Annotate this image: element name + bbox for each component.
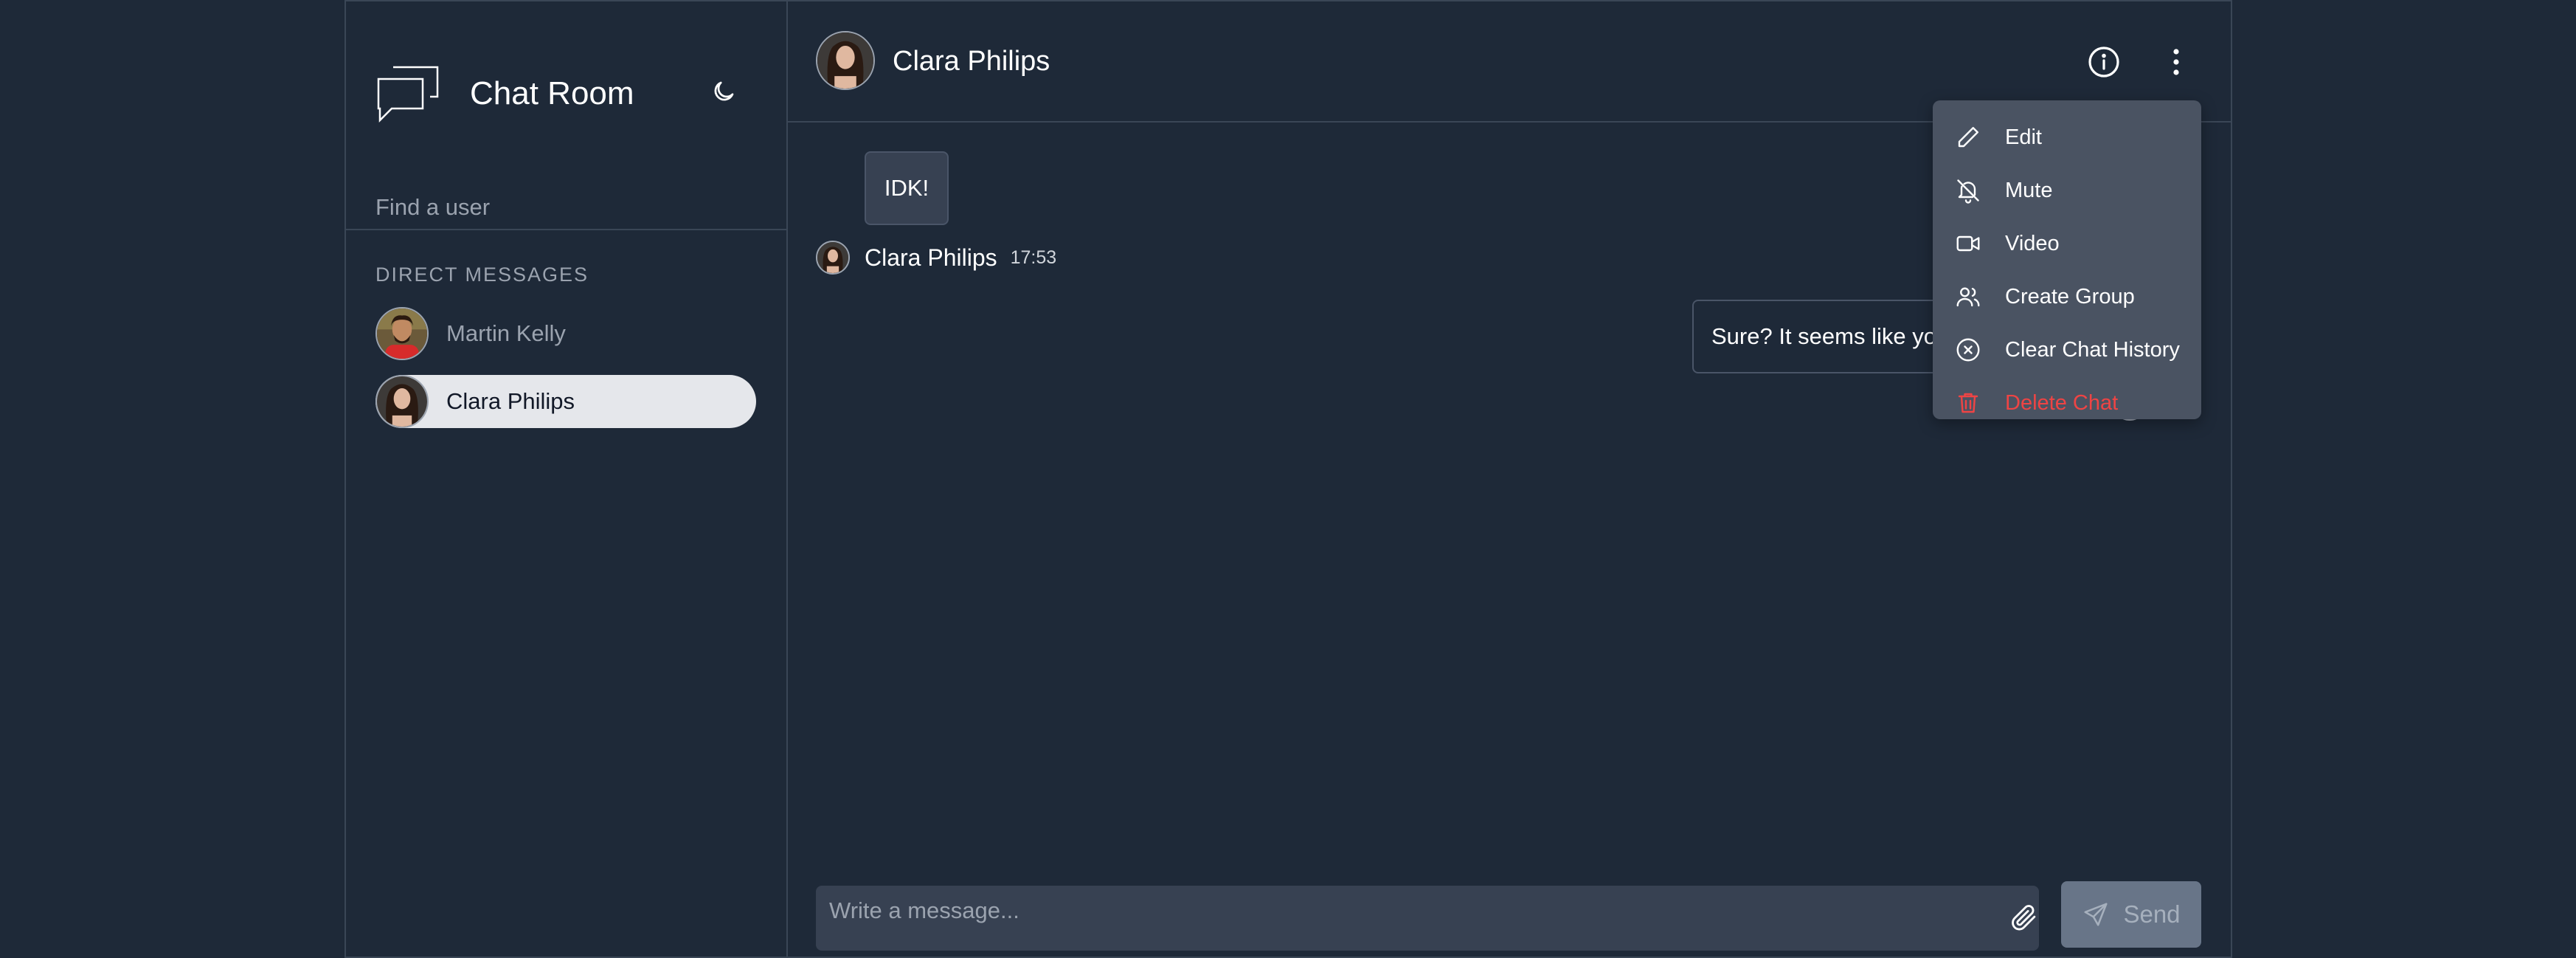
message-composer [816, 886, 2039, 951]
menu-item-clear-chat-history[interactable]: Clear Chat History [1933, 323, 2201, 376]
avatar [375, 307, 429, 360]
chat-panel: Clara Philips IDK! Clara Philips 17:53 S… [788, 1, 2231, 957]
paperclip-icon [2012, 905, 2036, 931]
message-meta: Clara Philips 17:53 [816, 239, 1056, 276]
kebab-menu-icon [2173, 49, 2179, 75]
user-search [346, 186, 786, 230]
menu-label: Create Group [2005, 284, 2135, 309]
search-input[interactable] [346, 186, 786, 229]
more-options-button[interactable] [2158, 44, 2194, 80]
send-button[interactable]: Send [2061, 881, 2201, 948]
incoming-message-bubble: IDK! [865, 151, 949, 225]
user-name: Martin Kelly [446, 320, 566, 346]
avatar [375, 375, 429, 428]
app-window: Chat Room DIRECT MESSAGES Marti [344, 0, 2232, 958]
menu-item-video[interactable]: Video [1933, 217, 2201, 270]
message-time: 17:53 [1010, 247, 1057, 268]
app-title: Chat Room [470, 75, 634, 111]
sidebar-user-martin-kelly[interactable]: Martin Kelly [375, 307, 756, 360]
menu-item-mute[interactable]: Mute [1933, 164, 2201, 217]
dark-mode-toggle[interactable] [707, 75, 740, 108]
menu-item-delete-chat[interactable]: Delete Chat [1933, 376, 2201, 430]
menu-item-edit[interactable]: Edit [1933, 111, 2201, 164]
contact-avatar[interactable] [816, 31, 875, 90]
menu-label: Edit [2005, 125, 2042, 149]
users-icon [1956, 287, 1980, 307]
bell-off-icon [1957, 179, 1979, 204]
x-circle-icon [1956, 338, 1980, 362]
send-label: Send [2123, 900, 2181, 928]
message-input[interactable] [816, 886, 2039, 951]
sender-avatar [816, 241, 850, 275]
info-button[interactable] [2086, 44, 2122, 80]
menu-label: Mute [2005, 178, 2053, 202]
send-icon [2084, 903, 2108, 926]
user-name: Clara Philips [446, 388, 575, 414]
sidebar-user-clara-philips[interactable]: Clara Philips [375, 375, 756, 428]
sidebar: Chat Room DIRECT MESSAGES Marti [346, 1, 788, 957]
info-icon [2088, 46, 2119, 77]
pencil-icon [1958, 127, 1978, 148]
direct-messages-heading: DIRECT MESSAGES [375, 263, 589, 286]
menu-label: Video [2005, 231, 2060, 255]
moon-icon [714, 81, 734, 101]
chat-bubbles-icon [375, 64, 440, 123]
trash-icon [1958, 393, 1978, 413]
menu-label: Clear Chat History [2005, 337, 2180, 362]
contact-name: Clara Philips [893, 46, 1050, 77]
menu-label: Delete Chat [2005, 390, 2119, 415]
video-icon [1956, 235, 1980, 252]
brand: Chat Room [375, 61, 634, 127]
menu-item-create-group[interactable]: Create Group [1933, 270, 2201, 323]
chat-options-menu: Edit Mute Video Create Group Clear Chat … [1933, 100, 2201, 419]
attach-button[interactable] [2008, 902, 2039, 933]
sender-name: Clara Philips [865, 244, 997, 271]
